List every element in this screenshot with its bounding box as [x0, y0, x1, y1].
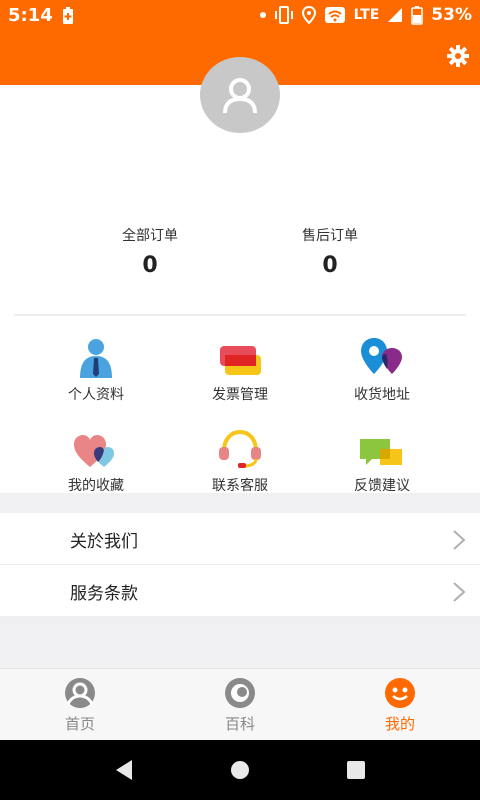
encyclopedia-icon: [225, 678, 255, 708]
after-sale-orders-label: 售后订单: [302, 228, 358, 244]
menu-item-about-label: 关於我们: [70, 532, 138, 552]
tab-encyclopedia[interactable]: 百科: [160, 669, 320, 741]
vibrate-icon: [274, 6, 293, 24]
wifi-icon: [324, 7, 345, 23]
grid-item-feedback[interactable]: 反馈建议: [322, 425, 442, 495]
status-time: 5:14: [8, 5, 53, 26]
tab-mine-label: 我的: [384, 715, 415, 733]
orders-summary: 全部订单 0 售后订单 0: [0, 225, 480, 285]
battery-percent: 53%: [431, 5, 472, 25]
recents-icon[interactable]: [344, 758, 368, 782]
grid-item-profile[interactable]: 个人资料: [36, 334, 156, 404]
location-pin-icon: [361, 338, 402, 374]
tab-home[interactable]: 首页: [0, 669, 160, 741]
menu-item-about[interactable]: 关於我们: [0, 513, 480, 565]
user-avatar-icon: [223, 78, 257, 114]
menu-list: 关於我们 服务条款: [0, 513, 480, 617]
notification-dot-icon: [259, 12, 266, 18]
chevron-right-icon: [453, 530, 466, 550]
tab-encyclopedia-label: 百科: [224, 715, 255, 733]
grid-item-address[interactable]: 收货地址: [322, 334, 442, 404]
tab-home-label: 首页: [64, 715, 95, 733]
all-orders-label: 全部订单: [122, 228, 178, 244]
back-icon[interactable]: [112, 758, 136, 782]
profile-card: 全部订单 0 售后订单 0 个人资料 发票管理 收货地址 我的收藏 联系客服 反…: [0, 57, 480, 495]
menu-item-terms[interactable]: 服务条款: [0, 565, 480, 617]
invoice-cards-icon: [220, 346, 261, 375]
gear-icon[interactable]: [446, 44, 470, 68]
battery-icon: [411, 6, 424, 25]
all-orders-count: 0: [142, 253, 158, 278]
status-bar: 5:14 LTE 53%: [0, 0, 480, 32]
chevron-right-icon: [453, 582, 466, 602]
avatar[interactable]: [200, 57, 280, 133]
all-orders[interactable]: 全部订单 0: [90, 225, 210, 278]
mine-smiley-icon: [385, 678, 415, 708]
battery-saver-icon: [63, 7, 73, 24]
divider: [14, 314, 466, 316]
signal-icon: [388, 8, 403, 22]
after-sale-orders-count: 0: [322, 253, 338, 278]
grid-item-favorites[interactable]: 我的收藏: [36, 425, 156, 495]
grid-item-support-label: 联系客服: [212, 478, 268, 494]
hearts-icon: [74, 435, 114, 467]
location-icon: [301, 6, 316, 24]
home-icon: [65, 678, 95, 708]
bottom-tab-bar: 首页 百科 我的: [0, 668, 480, 741]
grid-item-invoice[interactable]: 发票管理: [180, 334, 300, 404]
tab-mine[interactable]: 我的: [320, 669, 480, 741]
grid-item-feedback-label: 反馈建议: [354, 478, 410, 494]
chat-bubbles-icon: [360, 439, 402, 465]
profile-person-icon: [80, 339, 112, 378]
grid-item-profile-label: 个人资料: [68, 387, 124, 403]
grid-item-invoice-label: 发票管理: [212, 387, 268, 403]
grid-item-address-label: 收货地址: [354, 387, 410, 403]
grid-item-support[interactable]: 联系客服: [180, 425, 300, 495]
after-sale-orders[interactable]: 售后订单 0: [270, 225, 390, 278]
home-button-icon[interactable]: [228, 758, 252, 782]
network-type: LTE: [353, 7, 380, 23]
menu-item-terms-label: 服务条款: [70, 584, 138, 604]
grid-item-favorites-label: 我的收藏: [68, 478, 124, 494]
headset-icon: [219, 429, 261, 468]
system-nav-bar: [0, 740, 480, 800]
